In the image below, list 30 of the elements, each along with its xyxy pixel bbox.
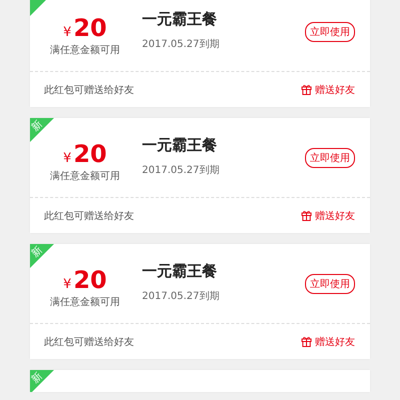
use-now-button[interactable]: 立即使用 <box>305 22 355 42</box>
gift-note: 此红包可赠送给好友 <box>44 210 134 222</box>
gift-icon <box>301 210 312 221</box>
share-link[interactable]: 赠送好友 <box>301 82 355 96</box>
share-link[interactable]: 赠送好友 <box>301 208 355 222</box>
new-badge: 新 <box>30 244 54 268</box>
usage-condition: 满任意金额可用 <box>50 44 120 57</box>
currency-symbol: ¥ <box>63 151 72 166</box>
coupon-amount: 20 <box>73 14 107 42</box>
usage-condition: 满任意金额可用 <box>50 296 120 309</box>
currency-symbol: ¥ <box>63 25 72 40</box>
gift-icon <box>301 84 312 95</box>
currency-symbol: ¥ <box>63 277 72 292</box>
expiry-date: 2017.05.27到期 <box>142 164 220 177</box>
gift-note: 此红包可赠送给好友 <box>44 336 134 348</box>
use-now-button[interactable]: 立即使用 <box>305 148 355 168</box>
coupon-amount: 20 <box>73 266 107 294</box>
new-badge: 新 <box>30 118 54 142</box>
coupon-amount: 20 <box>73 140 107 168</box>
expiry-date: 2017.05.27到期 <box>142 290 220 303</box>
expiry-date: 2017.05.27到期 <box>142 38 220 51</box>
coupon-title: 一元霸王餐 <box>142 10 218 29</box>
coupon-title: 一元霸王餐 <box>142 262 218 281</box>
usage-condition: 满任意金额可用 <box>50 170 120 183</box>
use-now-button[interactable]: 立即使用 <box>305 274 355 294</box>
gift-icon <box>301 336 312 347</box>
gift-note: 此红包可赠送给好友 <box>44 84 134 96</box>
new-badge: 新 <box>30 370 54 392</box>
coupon-title: 一元霸王餐 <box>142 136 218 155</box>
share-link[interactable]: 赠送好友 <box>301 334 355 348</box>
